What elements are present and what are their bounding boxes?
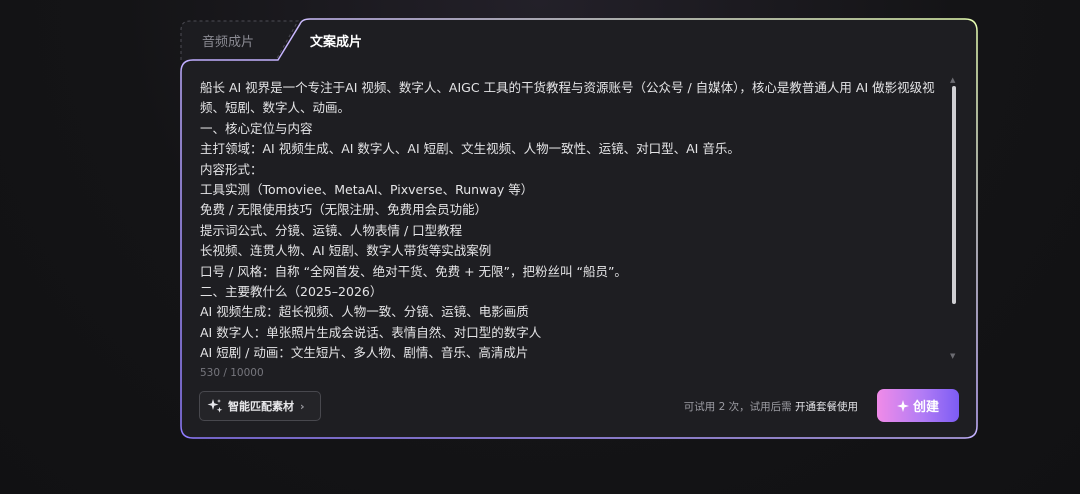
scroll-up-arrow-icon[interactable]: ▲: [950, 76, 955, 84]
text-line: 内容形式：: [200, 161, 263, 177]
trial-text: 可试用 2 次，试用后需: [683, 401, 792, 413]
smart-match-material-button[interactable]: 智能匹配素材 ›: [199, 391, 321, 421]
tab-label: 音频成片: [202, 34, 255, 50]
sparkle-icon: [896, 399, 909, 412]
script-textarea[interactable]: 船长 AI 视界是一个专注于AI 视频、数字人、AIGC 工具的干货教程与资源账…: [200, 78, 945, 368]
char-counter: 530 / 10000: [200, 367, 264, 379]
open-plan-link[interactable]: 开通套餐使用: [795, 401, 858, 413]
text-line: 口号 / 风格：自称 “全网首发、绝对干货、免费 + 无限”，把粉丝叫 “船员”…: [200, 263, 627, 279]
text-line: AI 数字人：单张照片生成会说话、表情自然、对口型的数字人: [200, 324, 542, 340]
copy-to-video-panel: 音频成片 文案成片 船长 AI 视界是一个专注于AI 视频、数字人、AIGC 工…: [180, 18, 978, 439]
text-line: AI 短剧 / 动画：文生短片、多人物、剧情、音乐、高清成片: [200, 345, 529, 361]
tab-audio-to-video[interactable]: 音频成片: [182, 20, 300, 60]
tab-label: 文案成片: [310, 34, 363, 50]
smart-match-label: 智能匹配素材: [228, 400, 294, 413]
text-line: 主打领域：AI 视频生成、AI 数字人、AI 短剧、文生视频、人物一致性、运镜、…: [200, 141, 740, 157]
text-line: 提示词公式、分镜、运镜、人物表情 / 口型教程: [200, 222, 463, 238]
trial-notice: 可试用 2 次，试用后需 开通套餐使用: [684, 399, 858, 414]
tab-copy-to-video[interactable]: 文案成片: [308, 20, 428, 60]
text-line: 一、核心定位与内容: [200, 120, 313, 136]
text-line: 工具实测（Tomoviee、MetaAI、Pixverse、Runway 等）: [200, 182, 534, 198]
create-label: 创建: [912, 400, 939, 415]
sparkle-icon: [207, 398, 223, 414]
create-button[interactable]: 创建: [877, 389, 959, 422]
scrollbar-thumb[interactable]: [952, 86, 956, 304]
text-line: 船长 AI 视界是一个专注于AI 视频、数字人、AIGC 工具的干货教程与资源账…: [200, 80, 935, 116]
text-line: 二、主要教什么（2025–2026）: [200, 284, 383, 300]
chevron-right-icon: ›: [300, 399, 305, 413]
text-line: AI 视频生成：超长视频、人物一致、分镜、运镜、电影画质: [200, 304, 529, 320]
text-line: 长视频、连贯人物、AI 短剧、数字人带货等实战案例: [200, 243, 492, 259]
scroll-down-arrow-icon[interactable]: ▼: [950, 352, 955, 360]
text-line: 免费 / 无限使用技巧（无限注册、免费用会员功能）: [200, 202, 488, 218]
